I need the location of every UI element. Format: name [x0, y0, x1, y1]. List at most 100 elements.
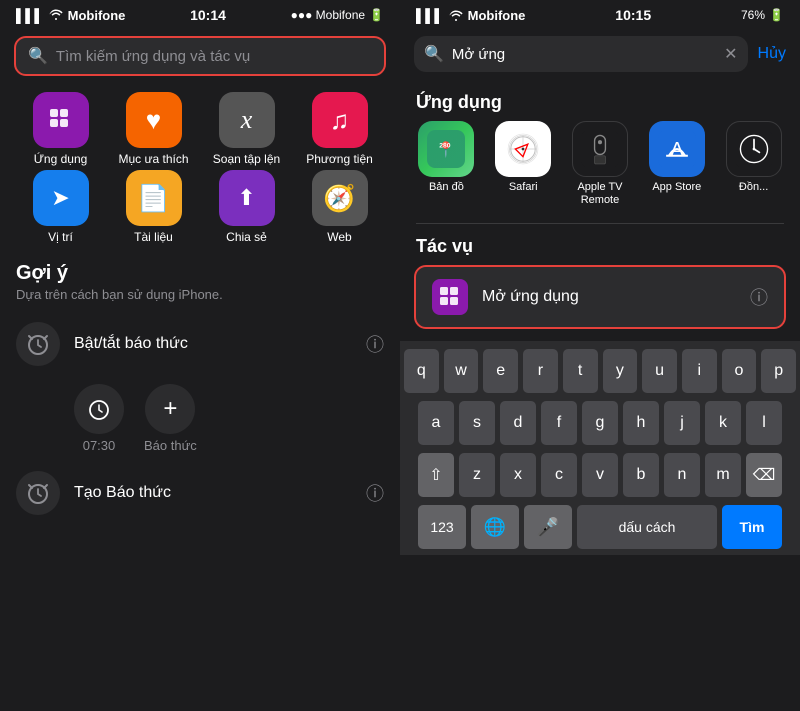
keyboard-row-2: a s d f g h j k l	[404, 401, 796, 445]
mic-key[interactable]: 🎤	[524, 505, 572, 549]
app-clock[interactable]: Đồn...	[723, 121, 784, 194]
shortcut-share[interactable]: ⬆ Chia sẻ	[202, 170, 291, 244]
favorites-label: Mục ưa thích	[118, 152, 188, 166]
right-battery-info: 76% 🔋	[741, 8, 784, 22]
key-d[interactable]: d	[500, 401, 536, 445]
key-h[interactable]: h	[623, 401, 659, 445]
location-label: Vị trí	[48, 230, 73, 244]
space-key[interactable]: dấu cách	[577, 505, 717, 549]
keyboard-bottom-row: 123 🌐 🎤 dấu cách Tìm	[404, 505, 796, 549]
key-r[interactable]: r	[523, 349, 558, 393]
key-x[interactable]: x	[500, 453, 536, 497]
task-info-icon[interactable]: ⓘ	[750, 284, 768, 310]
compose-label: Soạn tập lện	[213, 152, 280, 166]
task-label: Mở ứng dụng	[482, 288, 736, 306]
cancel-button[interactable]: Hủy	[758, 45, 786, 63]
key-z[interactable]: z	[459, 453, 495, 497]
shortcut-apps[interactable]: Ứng dụng	[16, 92, 105, 166]
key-q[interactable]: q	[404, 349, 439, 393]
emoji-key[interactable]: 🌐	[471, 505, 519, 549]
left-panel: ▌▌▌ Mobifone 10:14 ●●● Mobifone 🔋 🔍 Tìm …	[0, 0, 400, 711]
location-icon: ➤	[33, 170, 89, 226]
svg-text:280: 280	[440, 143, 452, 150]
alarm-time-item[interactable]: 07:30	[74, 384, 124, 453]
wifi-icon	[49, 8, 63, 23]
key-u[interactable]: u	[642, 349, 677, 393]
documents-icon: 📄	[126, 170, 182, 226]
key-k[interactable]: k	[705, 401, 741, 445]
search-submit-key[interactable]: Tìm	[722, 505, 782, 549]
maps-label: Bản đồ	[429, 181, 464, 194]
key-b[interactable]: b	[623, 453, 659, 497]
key-i[interactable]: i	[682, 349, 717, 393]
left-search-bar[interactable]: 🔍 Tìm kiếm ứng dụng và tác vụ	[14, 36, 386, 76]
right-status-bar: ▌▌▌ Mobifone 10:15 76% 🔋	[400, 0, 800, 28]
app-maps[interactable]: 📍 280 Bản đồ	[416, 121, 477, 194]
app-safari[interactable]: Safari	[493, 121, 554, 194]
delete-key[interactable]: ⌫	[746, 453, 782, 497]
info-circle-icon: ⓘ	[366, 484, 384, 504]
right-carrier: ▌▌▌ Mobifone	[416, 8, 525, 23]
signal-icon: ▌▌▌	[16, 8, 44, 23]
alarm-info-button[interactable]: ⓘ	[366, 331, 384, 357]
key-e[interactable]: e	[483, 349, 518, 393]
shortcut-location[interactable]: ➤ Vị trí	[16, 170, 105, 244]
appstore-app-icon: A	[649, 121, 705, 177]
key-t[interactable]: t	[563, 349, 598, 393]
key-y[interactable]: y	[603, 349, 638, 393]
suggestion-alarm-toggle[interactable]: Bật/tắt báo thức ⓘ	[0, 312, 400, 376]
key-v[interactable]: v	[582, 453, 618, 497]
section-divider	[416, 223, 784, 224]
add-alarm-item[interactable]: + Báo thức	[144, 384, 197, 453]
numbers-key[interactable]: 123	[418, 505, 466, 549]
share-icon: ⬆	[219, 170, 275, 226]
clock-app-icon	[726, 121, 782, 177]
app-tv-remote[interactable]: Apple TV Remote	[570, 121, 631, 207]
open-app-task[interactable]: Mở ứng dụng ⓘ	[414, 265, 786, 329]
music-icon: ♫	[312, 92, 368, 148]
app-appstore[interactable]: A App Store	[646, 121, 707, 194]
key-n[interactable]: n	[664, 453, 700, 497]
alarm-mini-row: 07:30 + Báo thức	[0, 376, 400, 461]
key-l[interactable]: l	[746, 401, 782, 445]
suggestion-create-alarm[interactable]: Tạo Báo thức ⓘ	[0, 461, 400, 525]
create-alarm-info-button[interactable]: ⓘ	[366, 480, 384, 506]
key-w[interactable]: w	[444, 349, 479, 393]
key-m[interactable]: m	[705, 453, 741, 497]
battery-icon: 🔋	[369, 8, 384, 22]
clear-search-button[interactable]: ✕	[724, 44, 737, 64]
keyboard-row-3: ⇧ z x c v b n m ⌫	[404, 453, 796, 497]
shift-key[interactable]: ⇧	[418, 453, 454, 497]
apps-results-section: Ứng dụng 📍 280	[400, 80, 800, 215]
key-g[interactable]: g	[582, 401, 618, 445]
right-search-icon: 🔍	[424, 44, 444, 64]
key-a[interactable]: a	[418, 401, 454, 445]
right-search-bar[interactable]: 🔍 Mở ứng ✕	[414, 36, 748, 72]
left-search-container[interactable]: 🔍 Tìm kiếm ứng dụng và tác vụ	[0, 28, 400, 84]
create-alarm-icon	[16, 471, 60, 515]
keyboard-row-1: q w e r t y u i o p	[404, 349, 796, 393]
left-status-bar: ▌▌▌ Mobifone 10:14 ●●● Mobifone 🔋	[0, 0, 400, 28]
key-c[interactable]: c	[541, 453, 577, 497]
shortcut-music[interactable]: ♫ Phương tiện	[295, 92, 384, 166]
key-j[interactable]: j	[664, 401, 700, 445]
info-icon: ⓘ	[366, 335, 384, 355]
maps-app-icon: 📍 280	[418, 121, 474, 177]
right-search-value[interactable]: Mở ứng	[452, 46, 716, 63]
shortcut-web[interactable]: 🧭 Web	[295, 170, 384, 244]
key-f[interactable]: f	[541, 401, 577, 445]
right-panel: ▌▌▌ Mobifone 10:15 76% 🔋 🔍 Mở ứng ✕ Hủy …	[400, 0, 800, 711]
alarm-clock-icon	[16, 322, 60, 366]
suggestions-title: Gợi ý	[0, 252, 400, 287]
right-signal-icon: ▌▌▌	[416, 8, 444, 23]
clock-label: Đồn...	[739, 181, 768, 194]
key-s[interactable]: s	[459, 401, 495, 445]
shortcut-documents[interactable]: 📄 Tài liệu	[109, 170, 198, 244]
key-o[interactable]: o	[722, 349, 757, 393]
key-p[interactable]: p	[761, 349, 796, 393]
right-search-container: 🔍 Mở ứng ✕ Hủy	[400, 28, 800, 80]
keyboard: q w e r t y u i o p a s d f g h j k l ⇧ …	[400, 341, 800, 555]
shortcut-compose[interactable]: x Soạn tập lện	[202, 92, 291, 166]
shortcut-favorites[interactable]: ♥ Mục ưa thích	[109, 92, 198, 166]
share-label: Chia sẻ	[226, 230, 267, 244]
